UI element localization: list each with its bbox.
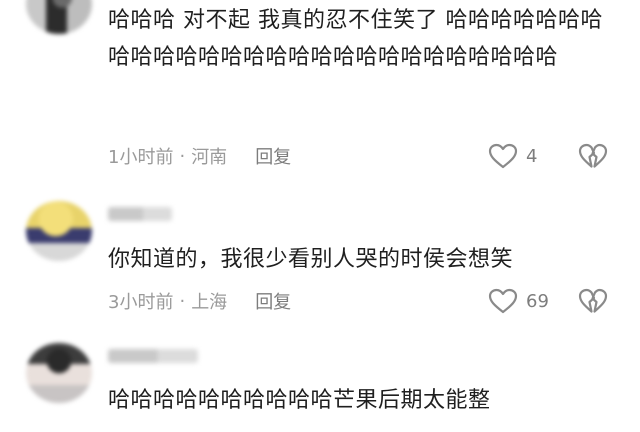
avatar[interactable]	[26, 201, 92, 261]
heart-outline-icon	[488, 288, 518, 314]
username[interactable]	[108, 349, 198, 363]
broken-heart-icon	[578, 143, 608, 169]
like-count: 4	[526, 145, 538, 167]
reply-button[interactable]: 回复	[255, 143, 291, 169]
meta-separator: ·	[179, 290, 186, 312]
avatar[interactable]	[26, 343, 92, 403]
like-button[interactable]: 4	[488, 143, 578, 169]
comment-text: 你知道的，我很少看别人哭的时侯会想笑	[108, 247, 514, 272]
like-button[interactable]: 69	[488, 288, 578, 314]
comment-actions: 69	[488, 286, 608, 316]
meta-separator: ·	[179, 145, 186, 167]
username[interactable]	[108, 207, 172, 221]
broken-heart-icon	[578, 288, 608, 314]
comment-text: 哈哈哈哈哈哈哈哈哈哈芒果后期太能整	[108, 388, 491, 413]
comment-location: 河南	[191, 147, 228, 168]
heart-outline-icon	[488, 143, 518, 169]
reply-button[interactable]: 回复	[255, 288, 291, 314]
comment-time: 1小时前	[108, 147, 174, 168]
comment-location: 上海	[191, 292, 228, 313]
comment-actions: 4	[488, 141, 608, 171]
comment-meta: 1小时前 · 河南 回复	[108, 143, 291, 169]
dislike-button[interactable]	[578, 143, 608, 169]
comment-time: 3小时前	[108, 292, 174, 313]
comment-text: 哈哈哈 对不起 我真的忍不住笑了 哈哈哈哈哈哈哈哈哈哈哈哈哈哈哈哈哈哈哈哈哈哈哈…	[108, 8, 603, 70]
like-count: 69	[526, 290, 549, 312]
avatar[interactable]	[26, 0, 92, 34]
dislike-button[interactable]	[578, 288, 608, 314]
comment-meta: 3小时前 · 上海 回复	[108, 288, 291, 314]
